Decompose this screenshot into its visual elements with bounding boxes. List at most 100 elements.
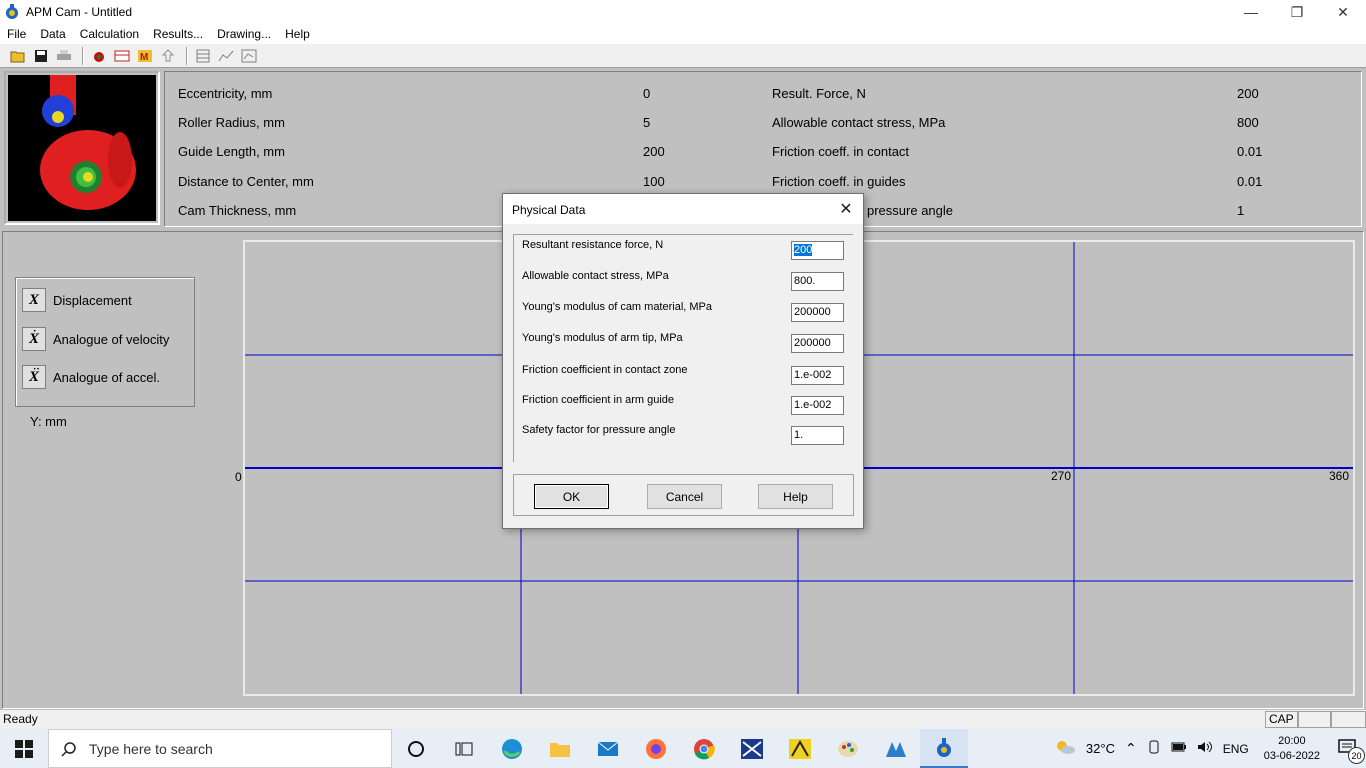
minimize-button[interactable]: — [1228, 0, 1274, 24]
notification-count-badge: 20 [1348, 747, 1365, 764]
param-label: Cam Thickness, mm [178, 203, 297, 218]
taskbar: Type here to search 32°C ⌃ ENG 20:00 03-… [0, 729, 1366, 768]
param-value: 200 [643, 144, 665, 159]
firefox-icon[interactable] [632, 729, 680, 768]
param-row: Guide Length, mm 200 Friction coeff. in … [165, 144, 1363, 164]
displacement-icon[interactable]: X [22, 288, 46, 312]
clock[interactable]: 20:00 03-06-2022 [1254, 734, 1330, 764]
menu-results[interactable]: Results... [146, 27, 210, 41]
print-icon[interactable] [54, 47, 74, 65]
param-label: Roller Radius, mm [178, 115, 285, 130]
safety-factor-input[interactable]: 1. [791, 426, 844, 445]
close-button[interactable]: ✕ [1320, 0, 1366, 24]
menu-bar: File Data Calculation Results... Drawing… [0, 24, 1366, 44]
field-row-safety-factor: Safety factor for pressure angle 1. [514, 424, 854, 446]
design-app-icon[interactable] [776, 729, 824, 768]
legend-displacement[interactable]: X Displacement [22, 288, 132, 312]
contact-stress-input[interactable]: 800. [791, 272, 844, 291]
param-value: 200 [1237, 86, 1259, 101]
apm-cam-taskbar-icon[interactable] [920, 729, 968, 768]
friction-contact-input[interactable]: 1.e-002 [791, 366, 844, 385]
param-value: 0.01 [1237, 174, 1263, 189]
param-row: Roller Radius, mm 5 Allowable contact st… [165, 115, 1363, 135]
param-label: Result. Force, N [772, 86, 866, 101]
edge-browser-icon[interactable] [488, 729, 536, 768]
param-row: Distance to Center, mm 100 Friction coef… [165, 174, 1363, 194]
dialog-button-area: OK Cancel Help [513, 474, 854, 516]
arm-tip-modulus-input[interactable]: 200000 [791, 334, 844, 353]
model-icon[interactable] [89, 47, 109, 65]
menu-calculation[interactable]: Calculation [73, 27, 146, 41]
cam-mechanism-image [8, 75, 156, 221]
notifications-icon[interactable]: 20 [1330, 739, 1366, 764]
dialog-title-bar: Physical Data ✕ [503, 194, 863, 224]
input-language[interactable]: ENG [1218, 742, 1254, 756]
status-text: Ready [3, 712, 38, 726]
open-folder-icon[interactable] [8, 47, 28, 65]
physical-data-fields: Resultant resistance force, N 200 Allowa… [513, 234, 853, 462]
field-label: Safety factor for pressure angle [522, 424, 676, 436]
param-row: Eccentricity, mm 0 Result. Force, N 200 [165, 86, 1363, 106]
velocity-icon[interactable]: · X [22, 327, 46, 351]
legend-label: Analogue of accel. [53, 369, 160, 385]
cam-modulus-input[interactable]: 200000 [791, 303, 844, 322]
acceleration-icon[interactable]: ·· X [22, 365, 46, 389]
meet-now-icon[interactable] [1142, 740, 1166, 757]
friction-guide-input[interactable]: 1.e-002 [791, 396, 844, 415]
export-icon[interactable] [158, 47, 178, 65]
paint-icon[interactable] [824, 729, 872, 768]
material-icon[interactable]: M [135, 47, 155, 65]
param-value: 0 [643, 86, 651, 101]
legend-acceleration[interactable]: ·· X Analogue of accel. [22, 365, 160, 389]
taskbar-search-box[interactable]: Type here to search [48, 729, 392, 768]
maximize-button[interactable]: ❐ [1274, 0, 1320, 24]
param-value: 100 [643, 174, 665, 189]
menu-file[interactable]: File [0, 27, 33, 41]
data-table-icon[interactable] [112, 47, 132, 65]
weather-temperature[interactable]: 32°C [1081, 741, 1120, 756]
cortana-icon[interactable] [392, 729, 440, 768]
task-view-icon[interactable] [440, 729, 488, 768]
apm-cam-app-icon [6, 4, 18, 19]
field-label: Young's modulus of arm tip, MPa [522, 332, 683, 344]
field-row-contact-stress: Allowable contact stress, MPa 800. [514, 270, 854, 292]
param-value: 5 [643, 115, 651, 130]
dialog-close-icon[interactable]: ✕ [835, 198, 857, 220]
menu-help[interactable]: Help [278, 27, 317, 41]
param-label: Friction coeff. in contact [772, 144, 910, 159]
windows-start-icon[interactable] [0, 729, 48, 768]
save-icon[interactable] [31, 47, 51, 65]
svg-text:M: M [140, 52, 148, 63]
cad-app-icon[interactable] [728, 729, 776, 768]
file-explorer-icon[interactable] [536, 729, 584, 768]
param-label: pressure angle [867, 203, 953, 218]
cam-preview-panel [4, 71, 160, 225]
field-row-resistance-force: Resultant resistance force, N 200 [514, 239, 854, 261]
volume-icon[interactable] [1192, 740, 1218, 757]
resistance-force-input[interactable]: 200 [791, 241, 844, 260]
x-axis-label-360: 360 [1329, 469, 1350, 483]
menu-data[interactable]: Data [33, 27, 72, 41]
help-button[interactable]: Help [758, 484, 833, 509]
chevron-up-icon[interactable]: ⌃ [1120, 740, 1142, 757]
legend-velocity[interactable]: · X Analogue of velocity [22, 327, 169, 351]
search-placeholder: Type here to search [89, 740, 213, 757]
graph-window-icon[interactable] [239, 47, 259, 65]
grid-icon[interactable] [193, 47, 213, 65]
field-label: Allowable contact stress, MPa [522, 270, 669, 282]
field-label: Friction coefficient in contact zone [522, 364, 688, 376]
window-title: APM Cam - Untitled [26, 5, 133, 19]
legend-label: Displacement [53, 292, 132, 308]
field-row-friction-guide: Friction coefficient in arm guide 1.e-00… [514, 394, 854, 416]
chart-icon[interactable] [216, 47, 236, 65]
battery-icon[interactable] [1166, 741, 1192, 756]
mail-icon[interactable] [584, 729, 632, 768]
chrome-icon[interactable] [680, 729, 728, 768]
menu-drawing[interactable]: Drawing... [210, 27, 278, 41]
field-row-friction-contact: Friction coefficient in contact zone 1.e… [514, 364, 854, 386]
toolbar-separator [186, 46, 188, 65]
weather-icon[interactable] [1049, 739, 1081, 758]
ok-button[interactable]: OK [534, 484, 609, 509]
cancel-button[interactable]: Cancel [647, 484, 722, 509]
apm-app-icon[interactable] [872, 729, 920, 768]
